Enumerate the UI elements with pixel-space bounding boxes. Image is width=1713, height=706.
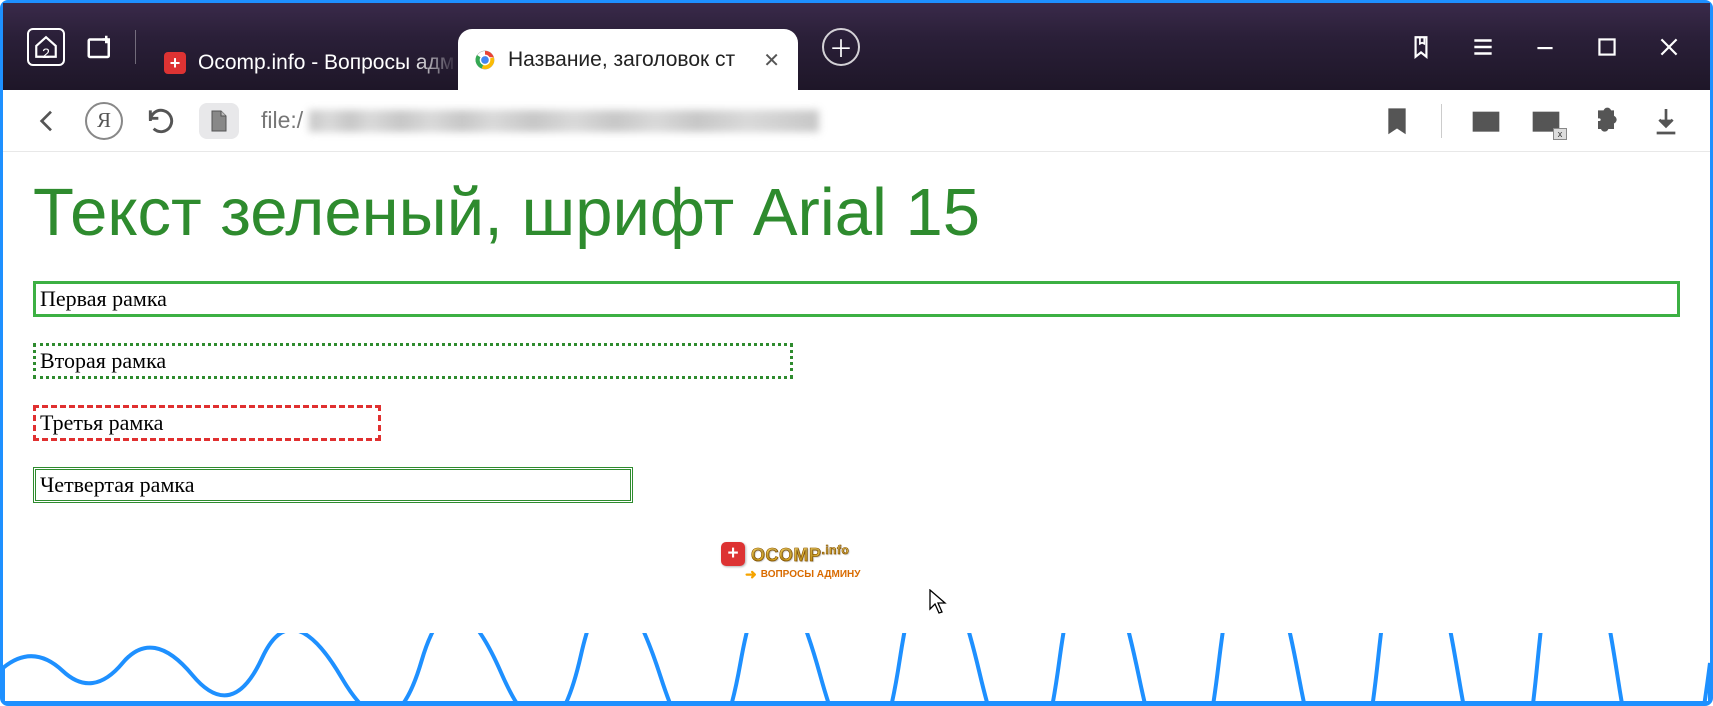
arrow-icon: ➜ xyxy=(745,566,757,583)
watermark-brand: OCOMP.info xyxy=(751,543,849,566)
bookmarks-icon[interactable] xyxy=(1408,34,1434,60)
mouse-cursor-icon xyxy=(929,589,947,615)
frame-4: Четвертая рамка xyxy=(33,467,633,503)
tab-active[interactable]: Название, заголовок ст ✕ xyxy=(458,29,798,91)
menu-icon[interactable] xyxy=(1470,34,1496,60)
favicon-ocomp: + xyxy=(164,52,186,74)
favicon-chrome xyxy=(474,49,496,71)
bookmark-icon[interactable] xyxy=(1381,105,1413,137)
home-button[interactable]: 2 xyxy=(27,28,65,66)
maximize-icon[interactable] xyxy=(1594,34,1620,60)
tab-strip: + Ocomp.info - Вопросы адм Название, заг… xyxy=(140,3,860,90)
watermark-subtitle: ➜ ВОПРОСЫ АДМИНУ xyxy=(745,566,860,583)
mail-x-badge: x xyxy=(1553,128,1567,140)
back-icon[interactable] xyxy=(31,105,63,137)
tab-inactive[interactable]: + Ocomp.info - Вопросы адм xyxy=(148,36,458,90)
torn-edge xyxy=(3,633,1710,703)
tab-title: Ocomp.info - Вопросы адм xyxy=(198,51,454,75)
browser-titlebar: 2 + Ocomp.info - Вопросы адм xyxy=(3,3,1710,90)
reload-icon[interactable] xyxy=(145,105,177,137)
titlebar-right xyxy=(1408,3,1710,90)
site-info-icon[interactable] xyxy=(199,103,239,139)
watermark-logo: + OCOMP.info ➜ ВОПРОСЫ АДМИНУ xyxy=(721,542,860,583)
close-tab-icon[interactable]: ✕ xyxy=(763,48,780,73)
yandex-home-icon[interactable]: Я xyxy=(85,102,123,140)
mail-icon[interactable] xyxy=(1470,105,1502,137)
url-display[interactable]: file:/ xyxy=(261,107,819,134)
close-window-icon[interactable] xyxy=(1656,34,1682,60)
watermark-plus-icon: + xyxy=(721,542,745,566)
page-viewport: Текст зеленый, шрифт Arial 15 Первая рам… xyxy=(3,152,1710,551)
url-blurred-path xyxy=(309,110,819,132)
new-window-button[interactable] xyxy=(83,30,117,64)
mail-disabled-icon[interactable]: x xyxy=(1530,105,1562,137)
separator xyxy=(135,30,136,64)
page-heading: Текст зеленый, шрифт Arial 15 xyxy=(33,174,1680,251)
address-bar-row: Я file:/ x xyxy=(3,90,1710,152)
extensions-icon[interactable] xyxy=(1590,105,1622,137)
minimize-icon[interactable] xyxy=(1532,34,1558,60)
new-tab-button[interactable]: ＋ xyxy=(822,28,860,66)
download-icon[interactable] xyxy=(1650,105,1682,137)
tab-title: Название, заголовок ст xyxy=(508,48,735,72)
url-prefix: file:/ xyxy=(261,107,303,134)
titlebar-left: 2 xyxy=(3,3,136,90)
separator xyxy=(1441,104,1442,138)
frame-3: Третья рамка xyxy=(33,405,381,441)
frame-2: Вторая рамка xyxy=(33,343,793,379)
home-badge-count: 2 xyxy=(42,45,50,61)
address-bar-right: x xyxy=(1381,104,1682,138)
frame-1: Первая рамка xyxy=(33,281,1680,317)
